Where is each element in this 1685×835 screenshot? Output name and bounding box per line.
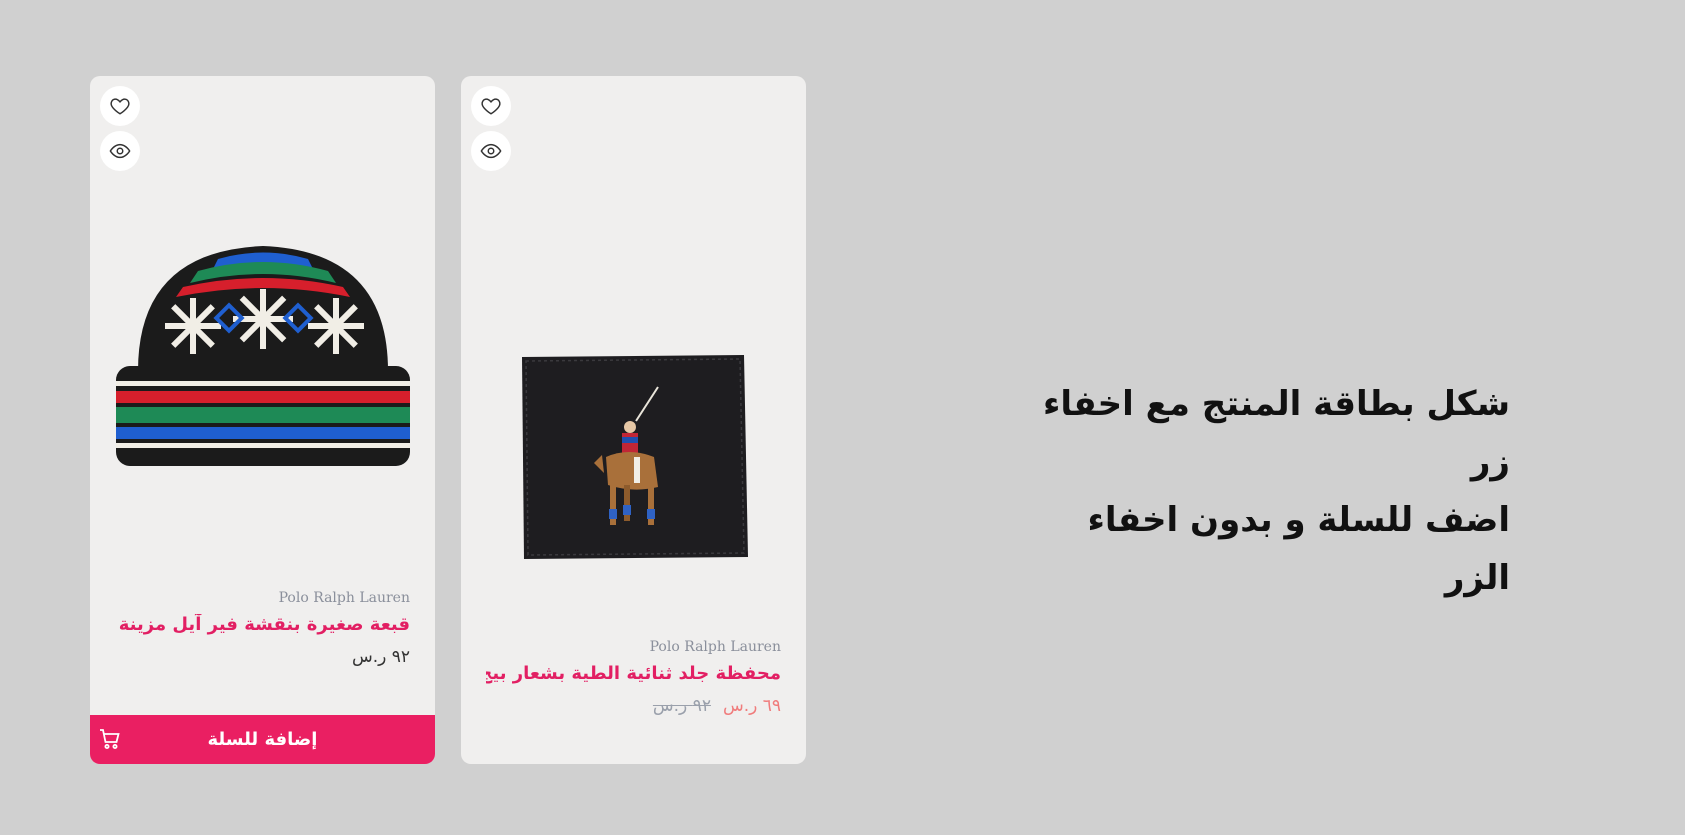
product-image-hat[interactable] <box>90 186 435 536</box>
product-info: Polo Ralph Lauren قبعة صغيرة بنقشة فير آ… <box>115 590 410 667</box>
product-name[interactable]: قبعة صغيرة بنقشة فير آيل مزينة بد... <box>115 614 410 635</box>
wishlist-button[interactable] <box>471 86 511 126</box>
quick-view-button[interactable] <box>471 131 511 171</box>
wishlist-button[interactable] <box>100 86 140 126</box>
product-card-wallet[interactable]: Polo Ralph Lauren محفظة جلد ثنائية الطية… <box>461 76 806 764</box>
product-price: ٩٢ ر.س <box>351 647 410 667</box>
headline-line-2: اضف للسلة و بدون اخفاء الزر <box>1087 500 1510 598</box>
quick-view-button[interactable] <box>100 131 140 171</box>
headline-line-1: شكل بطاقة المنتج مع اخفاء زر <box>1043 384 1510 482</box>
page: Polo Ralph Lauren قبعة صغيرة بنقشة فير آ… <box>0 0 1685 835</box>
sale-price: ٦٩ ر.س <box>722 696 781 716</box>
heart-icon <box>110 98 130 115</box>
heart-icon <box>481 98 501 115</box>
headline: شكل بطاقة المنتج مع اخفاء زر اضف للسلة و… <box>1040 375 1510 607</box>
cart-icon <box>100 729 120 749</box>
leather-wallet-image <box>521 355 748 559</box>
product-card-hat[interactable]: Polo Ralph Lauren قبعة صغيرة بنقشة فير آ… <box>90 76 435 764</box>
eye-icon <box>109 143 131 159</box>
fair-isle-beanie-image <box>115 246 410 466</box>
brand-name: Polo Ralph Lauren <box>278 590 410 606</box>
product-name[interactable]: محفظة جلد ثنائية الطية بشعار بيج... <box>486 663 781 684</box>
add-to-cart-button[interactable]: إضافة للسلة <box>90 715 435 764</box>
price-row: ٦٩ ر.س ٩٢ ر.س <box>486 696 781 716</box>
eye-icon <box>480 143 502 159</box>
product-info: Polo Ralph Lauren محفظة جلد ثنائية الطية… <box>486 639 781 716</box>
brand-name: Polo Ralph Lauren <box>649 639 781 655</box>
product-image-wallet[interactable] <box>461 336 806 576</box>
add-to-cart-label: إضافة للسلة <box>207 729 318 750</box>
old-price: ٩٢ ر.س <box>652 696 711 716</box>
